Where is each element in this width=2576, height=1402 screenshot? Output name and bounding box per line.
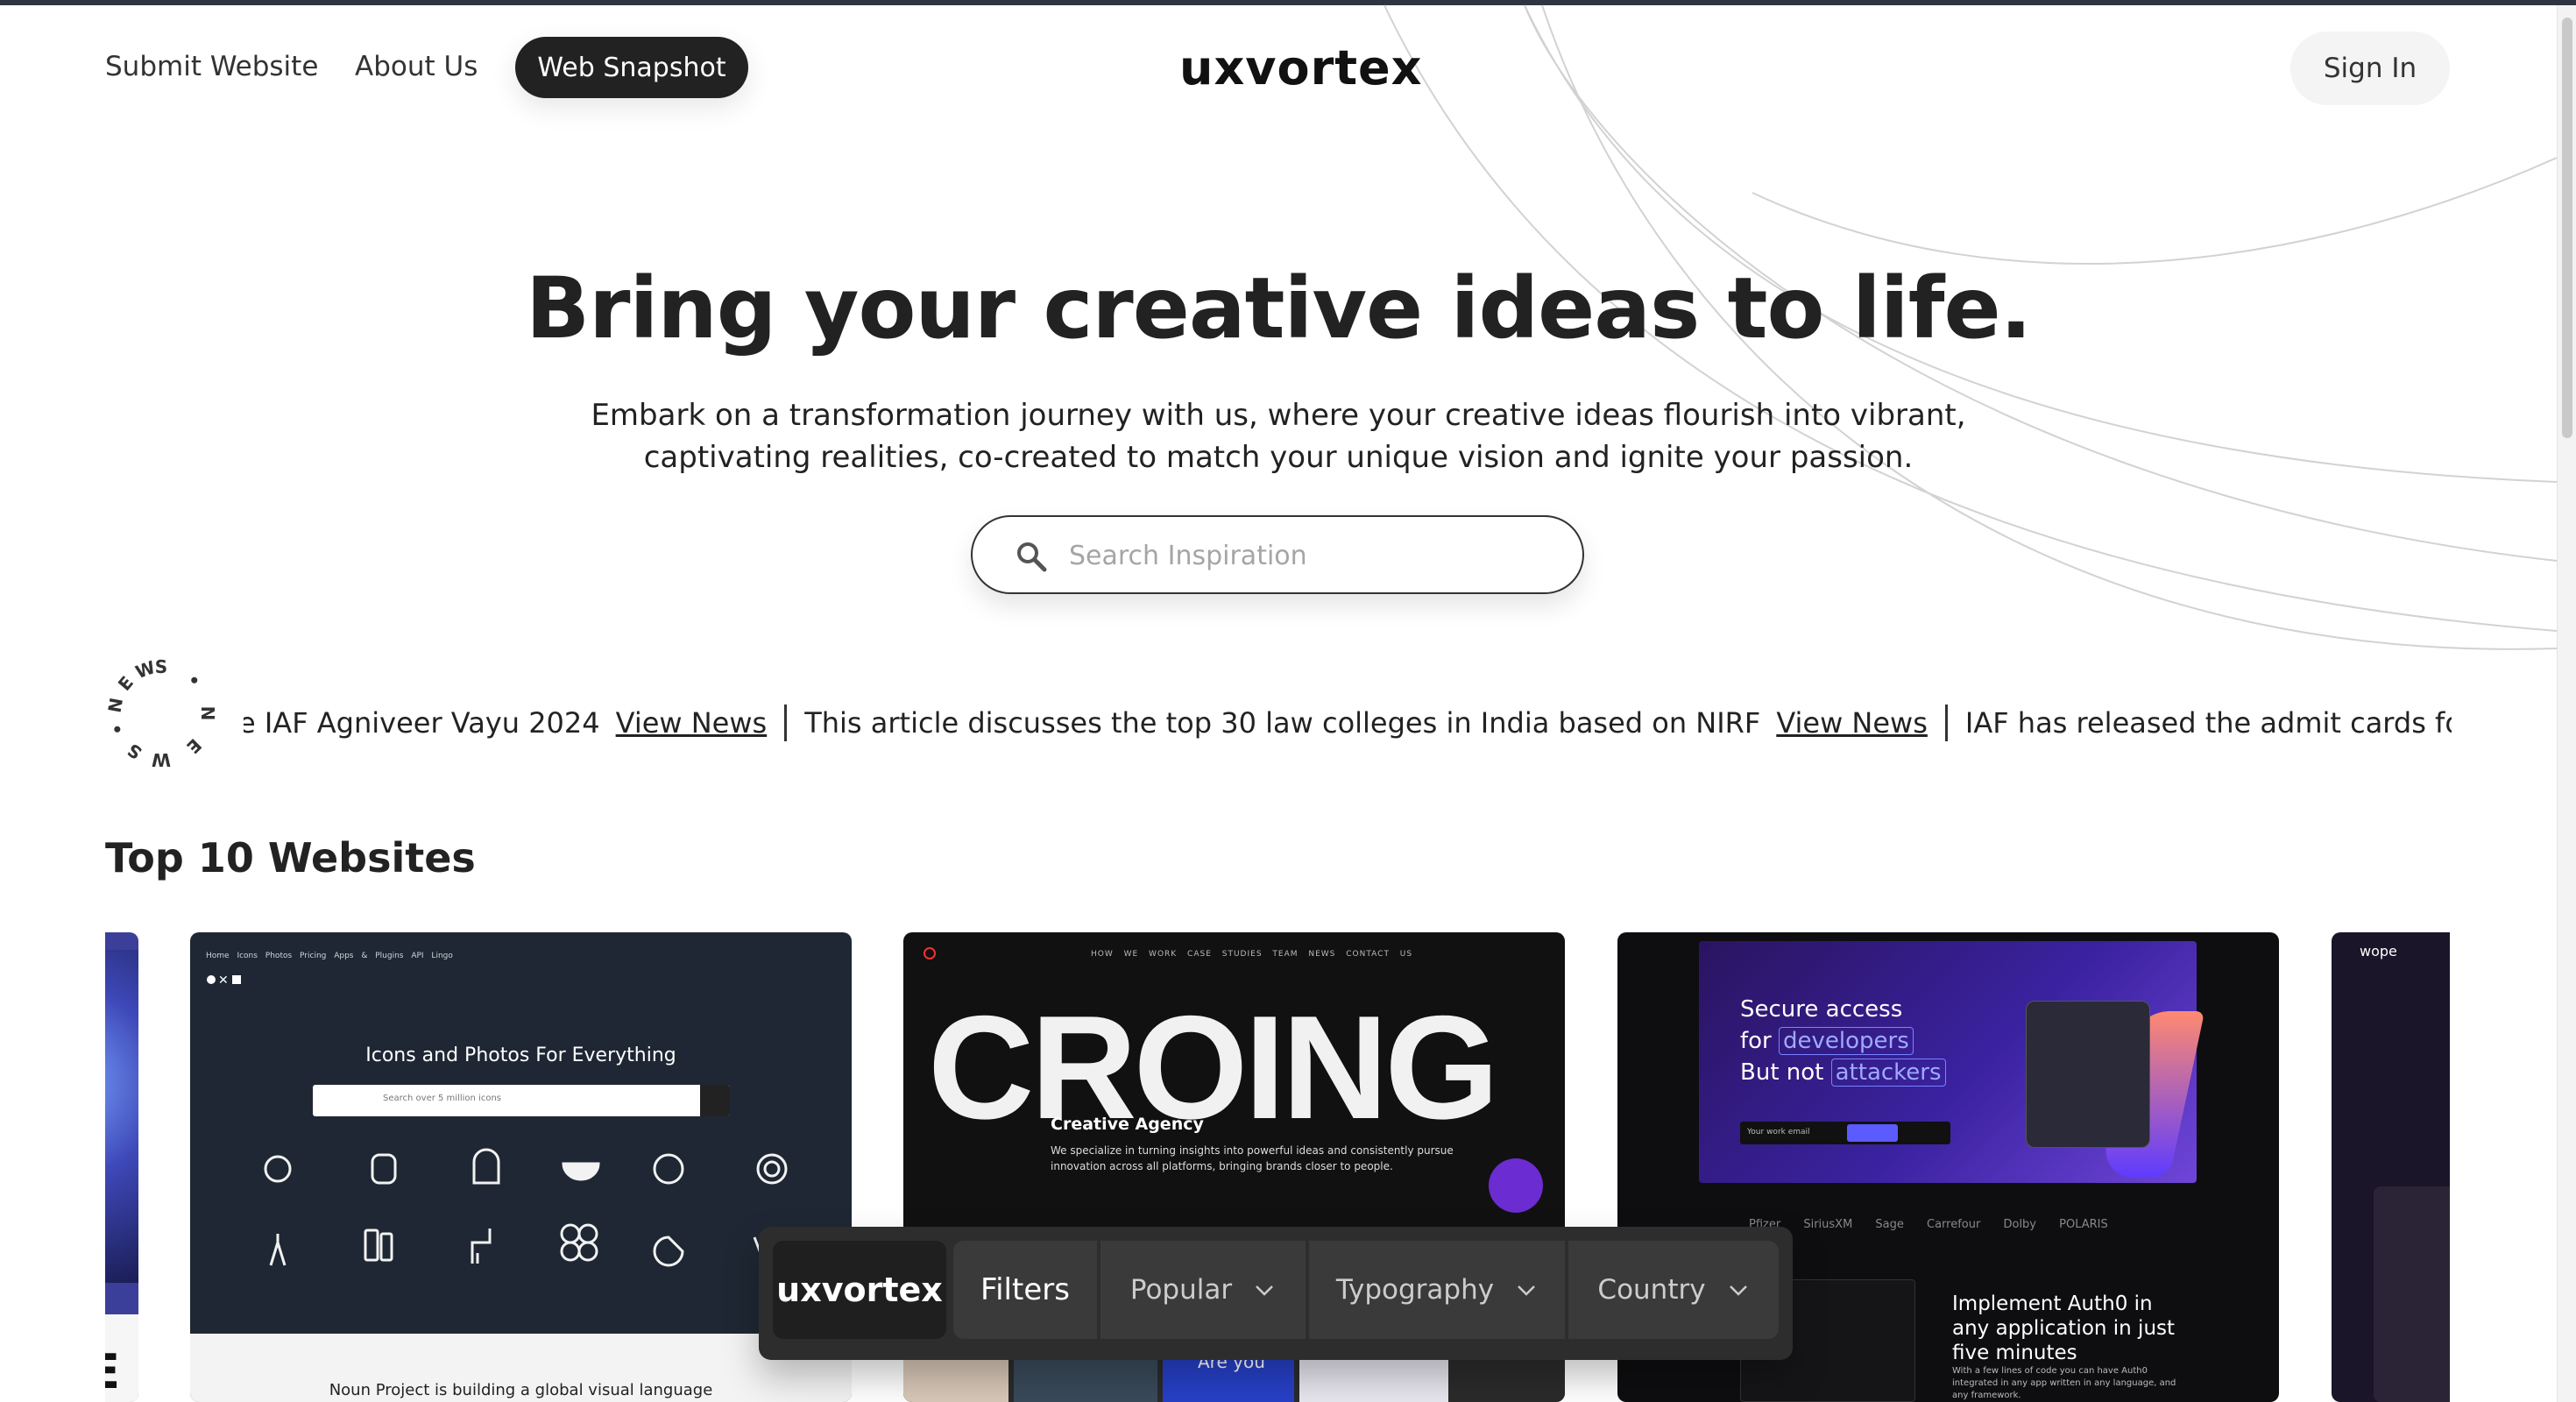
card-site-menu: HOW WE WORK CASE STUDIES TEAM NEWS CONTA… xyxy=(1091,950,1413,959)
card-email-input: Your work email xyxy=(1740,1122,1950,1144)
website-card[interactable]: IE xyxy=(105,932,138,1402)
card-footer-text: IE xyxy=(105,1344,120,1399)
country-dropdown-label: Country xyxy=(1597,1274,1706,1306)
country-dropdown[interactable]: Country xyxy=(1568,1241,1779,1339)
card-site-menu: Home Icons Photos Pricing Apps & Plugins… xyxy=(206,952,453,960)
svg-text:E: E xyxy=(182,734,206,758)
news-ticker: e IAF Agniveer Vayu 2024 View News This … xyxy=(244,697,2452,750)
card-cta-button xyxy=(1847,1124,1898,1142)
website-card[interactable]: wope xyxy=(2332,932,2450,1402)
card-site-heading: Icons and Photos For Everything xyxy=(365,1044,676,1066)
card-site-logo: wope xyxy=(2360,943,2397,959)
chevron-down-icon xyxy=(1256,1285,1274,1296)
card-icon-grid xyxy=(264,1148,796,1267)
card-login-panel xyxy=(2026,1001,2150,1148)
card-thumbnail xyxy=(903,1358,1008,1402)
noun-logo-icon: ✕ xyxy=(207,974,241,987)
top-navigation: Submit Website About Us Web Snapshot uxv… xyxy=(0,5,2557,128)
ticker-divider xyxy=(784,705,788,741)
croing-logo-icon xyxy=(924,947,936,959)
card-client-logos: Pfizer SiriusXM Sage Carrefour Dolby POL… xyxy=(1749,1218,2108,1231)
scrollbar-thumb[interactable] xyxy=(2562,18,2572,438)
card-site-heading: CROING xyxy=(928,985,1499,1150)
about-us-link[interactable]: About Us xyxy=(355,51,478,82)
site-logo[interactable]: uxvortex xyxy=(1179,40,1422,96)
filter-bar: uxvortex Filters Popular Typography Coun… xyxy=(759,1227,1793,1360)
view-news-link[interactable]: View News xyxy=(1776,706,1928,740)
news-item-text: This article discusses the top 30 law co… xyxy=(804,706,1761,740)
hero-title: Bring your creative ideas to life. xyxy=(525,259,2032,358)
search-input[interactable] xyxy=(1069,533,1560,578)
hero-subtitle: Embark on a transformation journey with … xyxy=(591,398,1966,475)
ticker-divider xyxy=(1944,705,1948,741)
popular-dropdown[interactable]: Popular xyxy=(1100,1241,1306,1339)
card-footer-text: Noun Project is building a global visual… xyxy=(329,1381,713,1399)
web-snapshot-button[interactable]: Web Snapshot xyxy=(515,37,748,98)
card-preview-panel xyxy=(2374,1186,2450,1402)
sign-in-button[interactable]: Sign In xyxy=(2290,32,2450,105)
svg-text:N: N xyxy=(197,706,218,721)
card-heading-word: for xyxy=(1740,1028,1772,1054)
card-site-subheading: Creative Agency xyxy=(1051,1115,1204,1134)
card-heading-word: But not xyxy=(1740,1059,1824,1086)
popular-dropdown-label: Popular xyxy=(1129,1274,1233,1306)
card-preview-image xyxy=(105,950,138,1283)
chevron-down-icon xyxy=(1518,1285,1535,1296)
view-news-link[interactable]: View News xyxy=(616,706,768,740)
card-site-description: We specialize in turning insights into p… xyxy=(1051,1144,1454,1172)
card-site-description: With a few lines of code you can have Au… xyxy=(1952,1366,2176,1400)
chevron-down-icon xyxy=(1729,1285,1747,1296)
card-search-button xyxy=(700,1085,730,1116)
submit-website-link[interactable]: Submit Website xyxy=(105,51,318,82)
news-badge-icon: S • N E W S • N E W xyxy=(104,656,218,770)
news-item-text: IAF has released the admit cards for xyxy=(1964,706,2452,740)
search-icon xyxy=(1017,542,1047,572)
svg-text:E: E xyxy=(114,672,138,695)
card-site-heading: Secure access for developers But not att… xyxy=(1740,994,1946,1088)
card-heading-line: for developers xyxy=(1740,1025,1946,1057)
typography-dropdown[interactable]: Typography xyxy=(1309,1241,1565,1339)
news-item-text: e IAF Agniveer Vayu 2024 xyxy=(244,706,600,740)
svg-text:•: • xyxy=(182,669,205,692)
card-site-subheading: Implement Auth0 in any application in ju… xyxy=(1952,1292,2176,1364)
svg-text:✕: ✕ xyxy=(218,974,229,987)
card-heading-highlight: attackers xyxy=(1830,1059,1946,1087)
card-site-search: Search over 5 million icons xyxy=(313,1085,730,1116)
search-box[interactable] xyxy=(971,515,1584,594)
website-card[interactable]: Home Icons Photos Pricing Apps & Plugins… xyxy=(190,932,852,1402)
section-title: Top 10 Websites xyxy=(105,834,476,882)
card-badge-icon xyxy=(1489,1158,1543,1213)
filter-bar-logo[interactable]: uxvortex xyxy=(773,1241,946,1339)
svg-text:•: • xyxy=(106,720,130,738)
filters-button[interactable]: Filters xyxy=(953,1241,1097,1339)
svg-text:W: W xyxy=(152,749,171,770)
vertical-scrollbar[interactable] xyxy=(2557,5,2576,1402)
card-heading-line: Secure access xyxy=(1740,996,1903,1023)
svg-text:N: N xyxy=(104,696,128,714)
card-heading-highlight: developers xyxy=(1779,1027,1914,1055)
typography-dropdown-label: Typography xyxy=(1335,1274,1495,1306)
svg-text:S: S xyxy=(124,739,146,763)
card-site-search-placeholder: Search over 5 million icons xyxy=(383,1094,501,1103)
card-heading-line: But not attackers xyxy=(1740,1057,1946,1088)
